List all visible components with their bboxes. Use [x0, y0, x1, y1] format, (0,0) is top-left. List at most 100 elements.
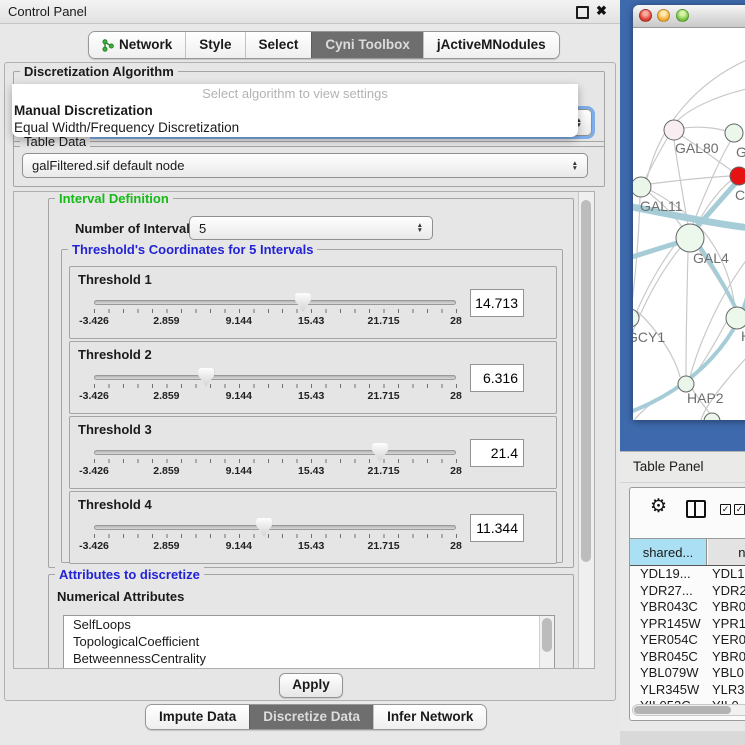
tab-select[interactable]: Select [245, 32, 312, 58]
close-icon[interactable]: ✖ [596, 3, 607, 19]
cell-shared-name[interactable]: YLR345W [640, 682, 699, 697]
table-row[interactable]: YER054C YER0 [630, 632, 745, 649]
table-row[interactable]: YDL19... YDL1 [630, 566, 745, 583]
numerical-attributes-list[interactable]: SelfLoopsTopologicalCoefficientBetweenne… [63, 615, 555, 669]
cell-name[interactable]: YLR3 [712, 682, 745, 697]
cell-shared-name[interactable]: YBL079W [640, 665, 699, 680]
cell-shared-name[interactable]: YBR043C [640, 599, 698, 614]
network-node[interactable] [726, 307, 745, 329]
tick-label: 28 [450, 390, 462, 402]
tab-jactivemnodules[interactable]: jActiveMNodules [423, 32, 559, 58]
cell-name[interactable]: YDR2 [712, 583, 745, 598]
numerical-attributes-label: Numerical Attributes [57, 589, 184, 604]
threshold-value-field[interactable] [470, 514, 524, 542]
discretization-algorithm-legend: Discretization Algorithm [20, 64, 178, 79]
algorithm-dropdown-popup: Select algorithm to view settings Manual… [12, 84, 578, 137]
apply-button[interactable]: Apply [279, 673, 343, 698]
attributes-scrollbar[interactable] [539, 616, 554, 669]
attribute-item[interactable]: BetweennessCentrality [64, 650, 554, 667]
tick-label: -3.426 [79, 540, 109, 552]
slider-track[interactable] [94, 375, 456, 380]
network-edge[interactable] [692, 313, 731, 378]
cell-shared-name[interactable]: YPR145W [640, 616, 701, 631]
tick-label: 15.43 [298, 465, 324, 477]
network-edge[interactable] [686, 252, 688, 376]
threshold-value-field[interactable] [470, 364, 524, 392]
table-hscrollbar[interactable] [632, 704, 745, 716]
table-row[interactable]: YPR145W YPR1 [630, 616, 745, 633]
algorithm-option[interactable]: Equal Width/Frequency Discretization [12, 119, 578, 136]
tick-label: -3.426 [79, 315, 109, 327]
threshold-value-field[interactable] [470, 439, 524, 467]
network-node[interactable] [730, 167, 745, 185]
cell-name[interactable]: YBR0 [712, 599, 745, 614]
tick-label: -3.426 [79, 390, 109, 402]
network-node[interactable] [725, 124, 743, 142]
tab-cyni-toolbox[interactable]: Cyni Toolbox [311, 32, 423, 58]
column-header-shared-name[interactable]: shared... [630, 539, 707, 565]
network-node[interactable] [676, 224, 704, 252]
attributes-scrollbar-thumb[interactable] [542, 618, 552, 652]
attribute-item[interactable]: SelfLoops [64, 616, 554, 633]
threshold-value-field[interactable] [470, 289, 524, 317]
threshold-panel: Threshold 2-3.4262.8599.14415.4321.71528 [69, 341, 557, 414]
table-row[interactable]: YBR043C YBR0 [630, 599, 745, 616]
cell-shared-name[interactable]: YDR27... [640, 583, 693, 598]
number-of-intervals-combobox[interactable]: 5 ▲▼ [189, 216, 433, 240]
table-row[interactable]: YBR045C YBR0 [630, 649, 745, 666]
network-node-label: GAL80 [675, 140, 719, 156]
table-row[interactable]: YBL079W YBL0 [630, 665, 745, 682]
checkbox-icon[interactable]: ✓ [734, 504, 745, 515]
network-edge[interactable] [647, 58, 745, 179]
tab-label: Discretize Data [263, 705, 360, 729]
network-edge[interactable] [645, 137, 668, 179]
network-canvas[interactable]: GAL80GACGAL11GAL4GCY1HHAP2 [633, 28, 745, 420]
algorithm-popup-hint: Select algorithm to view settings [12, 84, 578, 102]
network-edge[interactable] [650, 176, 730, 184]
cell-shared-name[interactable]: YER054C [640, 632, 698, 647]
network-node[interactable] [664, 120, 684, 140]
network-node[interactable] [704, 413, 720, 420]
split-columns-icon[interactable] [686, 500, 706, 518]
tick-label: 9.144 [226, 540, 252, 552]
tick-label: 9.144 [226, 390, 252, 402]
gear-icon[interactable]: ⚙ [650, 495, 667, 518]
table-data-combobox[interactable]: galFiltered.sif default node ▲▼ [22, 153, 588, 178]
tab-style[interactable]: Style [185, 32, 244, 58]
tab-infer-network[interactable]: Infer Network [373, 705, 486, 729]
network-edge[interactable] [683, 127, 726, 131]
close-traffic-light-icon[interactable] [639, 9, 652, 22]
slider-track[interactable] [94, 450, 456, 455]
cell-shared-name[interactable]: YDL19... [640, 566, 691, 581]
cell-name[interactable]: YDL1 [712, 566, 745, 581]
slider-track[interactable] [94, 300, 456, 305]
tab-discretize-data[interactable]: Discretize Data [249, 705, 373, 729]
network-edge[interactable] [677, 88, 745, 121]
network-node-label: HAP2 [687, 390, 724, 406]
float-window-icon[interactable] [576, 6, 589, 19]
settings-scrollbar[interactable] [578, 192, 594, 668]
cell-name[interactable]: YBL0 [712, 665, 744, 680]
tab-label: Impute Data [159, 705, 236, 729]
table-hscrollbar-thumb[interactable] [634, 706, 731, 714]
zoom-traffic-light-icon[interactable] [676, 9, 689, 22]
tick-label: 21.715 [368, 315, 400, 327]
cell-shared-name[interactable]: YBR045C [640, 649, 698, 664]
tab-impute-data[interactable]: Impute Data [146, 705, 249, 729]
network-node-label: GAL4 [693, 250, 729, 266]
tick-label: 15.43 [298, 540, 324, 552]
minimize-traffic-light-icon[interactable] [657, 9, 670, 22]
table-row[interactable]: YLR345W YLR3 [630, 682, 745, 699]
column-header-name[interactable]: na [708, 539, 745, 565]
network-node[interactable] [633, 177, 651, 197]
cell-name[interactable]: YBR0 [712, 649, 745, 664]
attribute-item[interactable]: TopologicalCoefficient [64, 633, 554, 650]
tab-network[interactable]: Network [89, 32, 185, 58]
algorithm-option[interactable]: Manual Discretization [12, 102, 578, 119]
cell-name[interactable]: YER0 [712, 632, 745, 647]
table-row[interactable]: YDR27... YDR2 [630, 583, 745, 600]
cell-name[interactable]: YPR1 [712, 616, 745, 631]
slider-track[interactable] [94, 525, 456, 530]
checkbox-icon[interactable]: ✓ [720, 504, 731, 515]
settings-scrollbar-thumb[interactable] [581, 200, 591, 562]
